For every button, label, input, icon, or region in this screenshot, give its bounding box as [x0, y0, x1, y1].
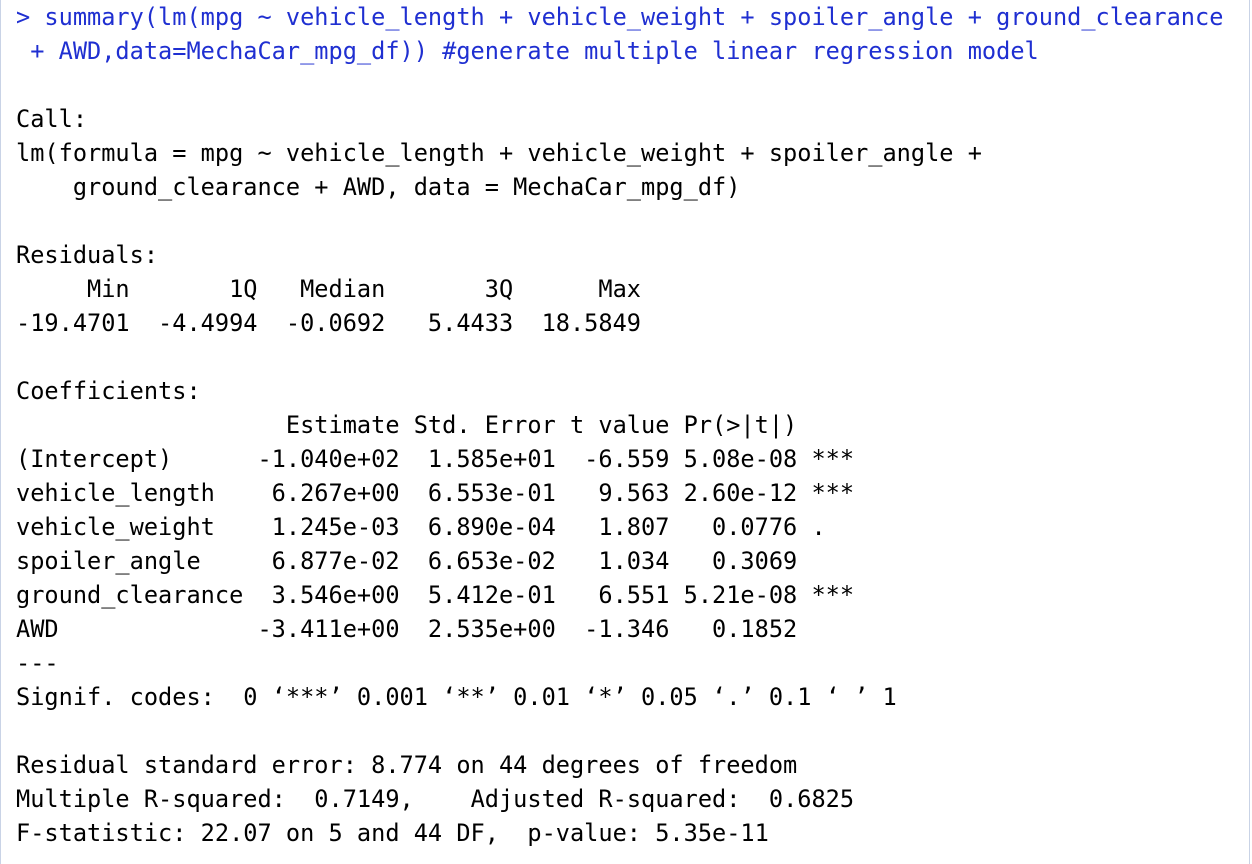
call-formula-line-1: lm(formula = mpg ~ vehicle_length + vehi… [16, 139, 997, 167]
coefficient-row-awd: AWD -3.411e+00 2.535e+00 -1.346 0.1852 [16, 615, 855, 643]
r-squared-line: Multiple R-squared: 0.7149, Adjusted R-s… [16, 785, 869, 813]
command-line-2: + AWD,data=MechaCar_mpg_df)) #generate m… [16, 37, 1039, 65]
call-heading: Call: [16, 105, 88, 133]
residuals-values: -19.4701 -4.4994 -0.0692 5.4433 18.5849 [16, 309, 656, 337]
f-statistic-line: F-statistic: 22.07 on 5 and 44 DF, p-val… [16, 819, 769, 847]
residual-standard-error: Residual standard error: 8.774 on 44 deg… [16, 751, 798, 779]
coefficients-heading: Coefficients: [16, 377, 201, 405]
residuals-header: Min 1Q Median 3Q Max [16, 275, 656, 303]
call-formula-line-2: ground_clearance + AWD, data = MechaCar_… [16, 173, 741, 201]
coefficient-row-vehicle-weight: vehicle_weight 1.245e-03 6.890e-04 1.807… [16, 513, 855, 541]
coefficient-row-spoiler-angle: spoiler_angle 6.877e-02 6.653e-02 1.034 … [16, 547, 855, 575]
signif-codes: Signif. codes: 0 ‘***’ 0.001 ‘**’ 0.01 ‘… [16, 683, 897, 711]
coefficient-row-intercept: (Intercept) -1.040e+02 1.585e+01 -6.559 … [16, 445, 855, 473]
console-output: > summary(lm(mpg ~ vehicle_length + vehi… [16, 0, 1249, 850]
r-console[interactable]: > summary(lm(mpg ~ vehicle_length + vehi… [0, 0, 1250, 864]
coefficients-header: Estimate Std. Error t value Pr(>|t|) [16, 411, 855, 439]
coefficient-row-vehicle-length: vehicle_length 6.267e+00 6.553e-01 9.563… [16, 479, 855, 507]
command-line-1: > summary(lm(mpg ~ vehicle_length + vehi… [16, 3, 1224, 31]
coefficients-separator: --- [16, 649, 59, 677]
residuals-heading: Residuals: [16, 241, 159, 269]
coefficient-row-ground-clearance: ground_clearance 3.546e+00 5.412e-01 6.5… [16, 581, 855, 609]
